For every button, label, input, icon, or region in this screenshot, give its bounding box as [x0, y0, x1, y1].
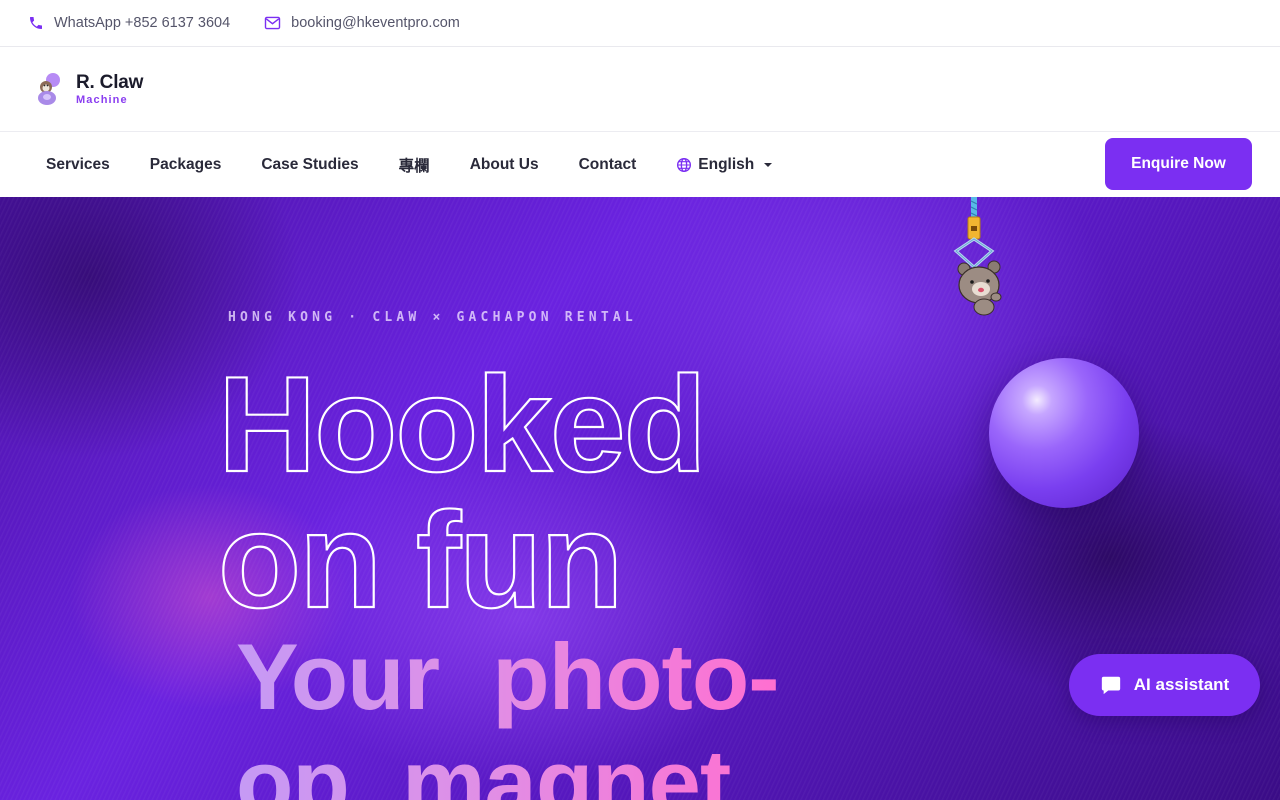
main-nav: Services Packages Case Studies 專欄 About …	[0, 132, 1280, 197]
nav-item-case-studies[interactable]: Case Studies	[261, 156, 358, 174]
bear-plush-icon	[957, 260, 1002, 316]
whatsapp-text: WhatsApp +852 6137 3604	[54, 15, 231, 31]
brand-text[interactable]: R. Claw Machine	[76, 72, 143, 107]
nav-item-about-us[interactable]: About Us	[470, 156, 539, 174]
globe-icon	[677, 157, 692, 172]
hero-subheadline-line1: Your photo-	[236, 624, 779, 729]
decorative-sphere	[989, 358, 1139, 508]
nav-item-contact[interactable]: Contact	[579, 156, 637, 174]
nav-item-column[interactable]: 專欄	[399, 154, 430, 176]
brand-name: R. Claw	[76, 71, 144, 93]
ai-assistant-label: AI assistant	[1133, 675, 1230, 694]
email-contact[interactable]: booking@hkeventpro.com	[264, 15, 460, 31]
language-selector[interactable]: English	[676, 155, 773, 174]
nav-item-packages[interactable]: Packages	[150, 156, 222, 174]
mail-icon	[264, 16, 281, 30]
sub-word-op: op	[236, 730, 349, 800]
enquire-now-button[interactable]: Enquire Now	[1105, 138, 1252, 190]
chevron-down-icon	[764, 162, 773, 167]
sub-word-photo: photo-	[492, 624, 778, 729]
whatsapp-contact[interactable]: WhatsApp +852 6137 3604	[28, 15, 230, 31]
nav-item-services[interactable]: Services	[46, 156, 110, 174]
phone-icon	[30, 17, 42, 29]
sub-word-magnet: magnet	[402, 730, 731, 800]
claw-icon	[953, 197, 995, 270]
language-label: English	[698, 155, 755, 173]
brand-subtitle: Machine	[76, 93, 128, 106]
hero-headline-line2: on fun	[218, 484, 621, 636]
hero-subheadline-line2: op magnet	[236, 730, 731, 800]
sub-word-your: Your	[236, 624, 440, 729]
top-contact-bar: WhatsApp +852 6137 3604 booking@hkeventp…	[0, 0, 1280, 47]
logo-icon[interactable]	[36, 72, 64, 106]
chat-icon	[1101, 676, 1120, 695]
brand-header: R. Claw Machine	[0, 47, 1280, 132]
email-text: booking@hkeventpro.com	[291, 15, 460, 31]
ai-assistant-button[interactable]: AI assistant	[1069, 654, 1260, 716]
hero-headline-line1: Hooked	[218, 348, 705, 500]
